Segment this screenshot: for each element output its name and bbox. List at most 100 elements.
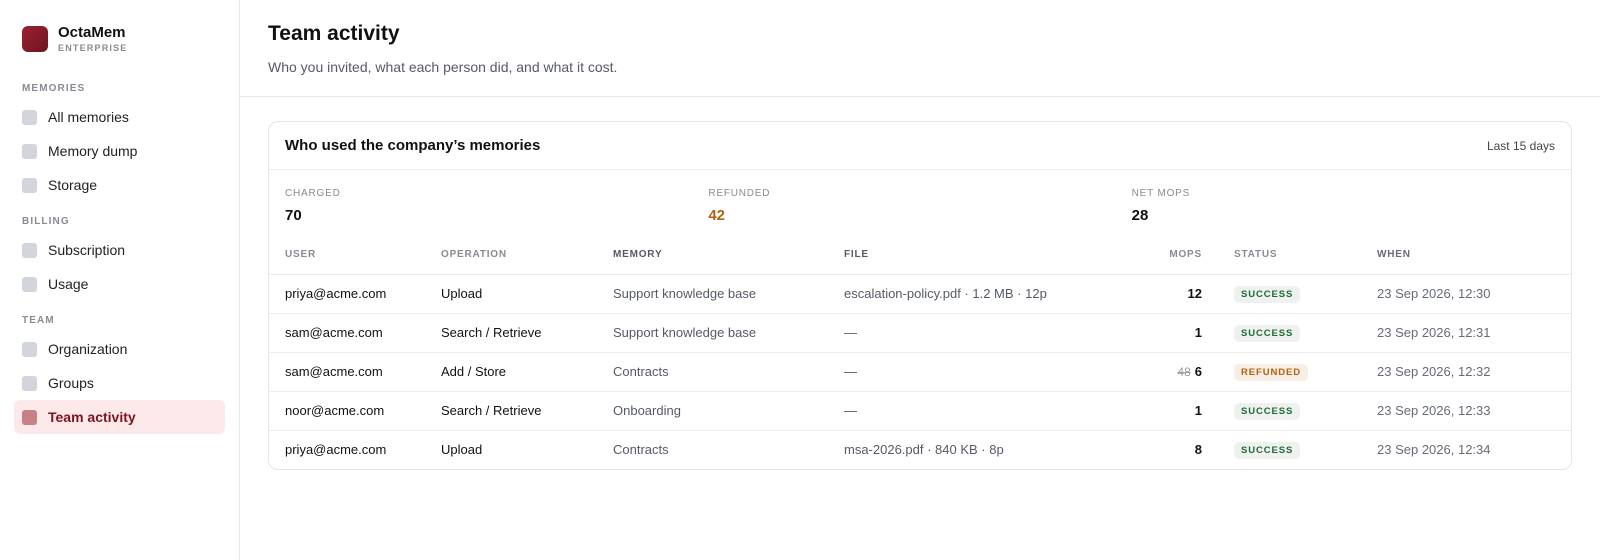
status-badge: SUCCESS [1234, 441, 1301, 459]
cell-status: SUCCESS [1202, 430, 1377, 469]
stat-label: CHARGED [285, 188, 341, 199]
cell-file: — [844, 391, 1129, 431]
cell-mops: 1 [1129, 391, 1202, 431]
cell-user: priya@acme.com [285, 442, 387, 458]
cell-operation: Search / Retrieve [441, 313, 613, 353]
cell-when: 23 Sep 2026, 12:34 [1377, 442, 1491, 458]
cell-status: SUCCESS [1202, 274, 1377, 314]
cell-operation: Search / Retrieve [441, 391, 613, 431]
cell-status: REFUNDED [1202, 352, 1377, 392]
stats-row: CHARGED 70 REFUNDED 42 NET MOPS 28 [269, 170, 1571, 236]
column-header-mops: MOPS [1129, 236, 1202, 275]
octamem-logo-icon [22, 25, 48, 52]
main-content: Team activity Who you invited, what each… [240, 0, 1600, 560]
sidebar-item-all-memories[interactable]: All memories [14, 100, 225, 134]
sidebar-item-label: Memory dump [48, 143, 138, 159]
sidebar-item-groups[interactable]: Groups [14, 366, 225, 400]
column-header-user: USER [269, 236, 441, 275]
nav-section-title: MEMORIES [22, 83, 86, 94]
sidebar-item-label: Team activity [48, 409, 136, 425]
status-badge: SUCCESS [1234, 324, 1301, 342]
cell-user: sam@acme.com [269, 352, 441, 392]
nav-section-memories: MEMORIES All memories Memory dump Storag… [14, 83, 225, 202]
sidebar-item-label: Subscription [48, 242, 126, 258]
table-header-row: USER OPERATION MEMORY FILE MOPS STATUS W… [269, 236, 1571, 275]
cell-user: priya@acme.com [269, 274, 441, 314]
subscription-icon [22, 242, 37, 258]
table-row[interactable]: priya@acme.com Upload Support knowledge ba… [269, 274, 1571, 314]
original-mops: 48 [1177, 365, 1191, 379]
cell-when: 23 Sep 2026, 12:31 [1377, 313, 1571, 353]
nav-section-title: TEAM [22, 315, 55, 326]
cell-operation: Upload [441, 274, 613, 314]
all-memories-icon [22, 109, 37, 125]
stat-value: 70 [285, 207, 302, 224]
cell-mops: 1 [1129, 313, 1202, 353]
sidebar-item-memory-dump[interactable]: Memory dump [14, 134, 225, 168]
team-activity-icon [22, 409, 37, 425]
cell-memory: Contracts [613, 352, 844, 392]
cell-memory: Onboarding [613, 391, 844, 431]
sidebar-item-label: All memories [48, 109, 129, 125]
mops-value: 8 [1194, 442, 1202, 458]
mops-value: 6 [1194, 364, 1202, 379]
date-range-label[interactable]: Last 15 days [1487, 139, 1555, 153]
nav-section-title: BILLING [22, 216, 70, 227]
cell-when: 23 Sep 2026, 12:30 [1377, 274, 1571, 314]
nav-section-billing: BILLING Subscription Usage [14, 216, 225, 301]
cell-file: msa-2026.pdf · 840 KB · 8p [844, 442, 1004, 458]
cell-memory: Support knowledge base [613, 313, 844, 353]
brand[interactable]: OctaMem ENTERPRISE [14, 24, 225, 53]
mops-value: 12 [1187, 286, 1202, 301]
mops-value: 1 [1194, 403, 1202, 418]
brand-name: OctaMem [58, 24, 126, 41]
brand-plan: ENTERPRISE [58, 43, 128, 53]
table-row[interactable]: sam@acme.com Search / Retrieve Support kno… [269, 313, 1571, 353]
mops-value: 1 [1194, 325, 1202, 340]
table-row[interactable]: sam@acme.com Add / Store Contracts —48 6 REFU… [269, 352, 1571, 392]
sidebar-item-label: Storage [48, 177, 98, 193]
team-usage-card: Who used the company’s memories Last 15 … [268, 121, 1572, 470]
card-title: Who used the company’s memories [285, 137, 541, 154]
cell-file: — [844, 313, 1129, 353]
table-body: priya@acme.com Upload Support knowledge ba… [269, 274, 1571, 469]
nav-section-team: TEAM Organization Groups Team activity [14, 315, 225, 434]
stat-label: REFUNDED [708, 188, 771, 199]
sidebar-item-usage[interactable]: Usage [14, 267, 225, 301]
app-root: OctaMem ENTERPRISE MEMORIES All memories… [0, 0, 1600, 560]
status-badge: REFUNDED [1234, 363, 1308, 381]
groups-icon [22, 375, 37, 391]
cell-status: SUCCESS [1202, 313, 1377, 353]
page-header: Team activity Who you invited, what each… [240, 0, 1600, 97]
status-badge: SUCCESS [1234, 285, 1301, 303]
sidebar-item-subscription[interactable]: Subscription [14, 233, 225, 267]
table-row[interactable]: priya@acme.com Upload Contracts msa-2026.pd… [269, 430, 1571, 469]
cell-operation: Upload [441, 442, 483, 458]
cell-user: sam@acme.com [269, 313, 441, 353]
memory-dump-icon [22, 143, 37, 159]
usage-icon [22, 276, 37, 292]
cell-file: escalation-policy.pdf · 1.2 MB · 12p [844, 274, 1129, 314]
cell-status: SUCCESS [1202, 391, 1377, 431]
status-badge: SUCCESS [1234, 402, 1301, 420]
column-header-memory: MEMORY [613, 236, 844, 275]
stat-value: 28 [1131, 207, 1149, 224]
column-header-file: FILE [844, 236, 1129, 275]
table-row[interactable]: noor@acme.com Search / Retrieve Onboarding… [269, 391, 1571, 431]
column-header-when: WHEN [1377, 236, 1571, 275]
stat-net-mops: NET MOPS 28 [1132, 188, 1555, 236]
cell-mops: 8 [1129, 430, 1202, 469]
cell-memory: Contracts [613, 442, 669, 458]
stat-value: 42 [708, 207, 726, 224]
stat-charged: CHARGED 70 [285, 188, 708, 236]
sidebar-item-storage[interactable]: Storage [14, 168, 225, 202]
organization-icon [22, 341, 37, 357]
sidebar-item-organization[interactable]: Organization [14, 332, 225, 366]
sidebar-item-team-activity[interactable]: Team activity [14, 400, 225, 434]
card-header: Who used the company’s memories Last 15 … [269, 122, 1571, 170]
cell-when: 23 Sep 2026, 12:33 [1377, 391, 1571, 431]
activity-table: USER OPERATION MEMORY FILE MOPS STATUS W… [269, 236, 1571, 469]
page-title: Team activity [268, 22, 400, 45]
cell-memory: Support knowledge base [613, 274, 844, 314]
cell-file: — [844, 352, 1129, 392]
